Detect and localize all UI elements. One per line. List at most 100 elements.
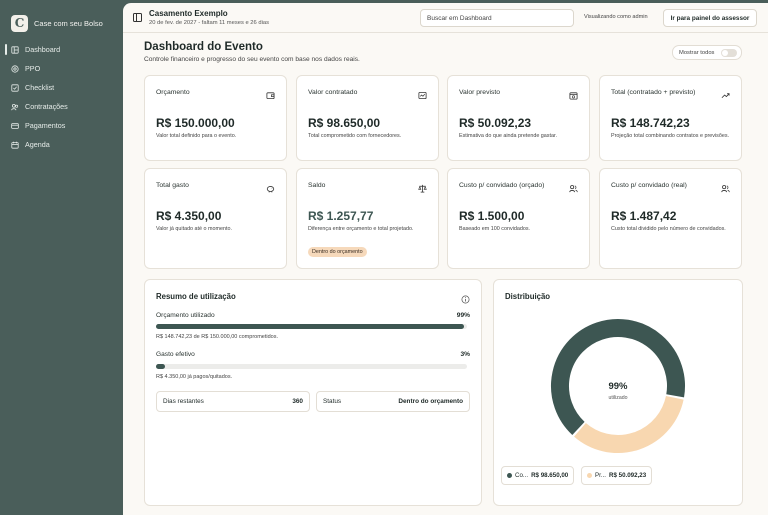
spent-label: Gasto efetivo [156,351,195,358]
sidebar-item-checklist[interactable]: Checklist [0,78,122,97]
legend-item-contracted[interactable]: Co... R$ 98.650,00 [501,466,575,485]
budget-used-label: Orçamento utilizado [156,312,215,319]
card-desc: Estimativa do que ainda pretende gastar. [459,133,557,139]
legend-dot [587,473,592,478]
card-label: Valor previsto [459,89,501,96]
card-contracted: Valor contratado R$ 98.650,00 Total comp… [296,75,439,161]
show-all-toggle[interactable]: Mostrar todos [672,45,742,60]
brand[interactable]: C Case com seu Bolso [0,0,122,36]
budget-used-percent: 99% [456,312,470,319]
card-value: R$ 148.742,23 [611,116,690,130]
spent-bar-fill [156,364,166,369]
advisor-panel-button[interactable]: Ir para painel do assessor [663,9,757,27]
days-left-value: 360 [292,398,303,405]
checklist-icon [11,83,19,92]
payments-icon [11,122,19,130]
spent-note: R$ 4.350,00 já pagos/quitados. [156,374,233,380]
scale-icon [418,180,427,193]
card-label: Saldo [308,182,326,189]
dashboard-icon [11,45,19,54]
card-value: R$ 1.500,00 [459,209,525,223]
card-label: Orçamento [156,89,190,96]
usage-title: Resumo de utilização [156,292,236,301]
card-label: Valor contratado [308,89,358,96]
show-all-switch[interactable] [721,49,737,57]
ppo-icon [11,64,19,73]
card-value: R$ 4.350,00 [156,209,222,223]
sidebar-item-pagamentos[interactable]: Pagamentos [0,116,122,135]
sidebar-item-contratacoes[interactable]: Contratações [0,97,122,116]
calendar-icon [11,141,19,149]
legend-label: Co... [515,472,529,479]
event-heading: Casamento Exemplo 20 de fev. de 2027 - f… [149,9,269,27]
info-icon[interactable] [461,291,470,304]
contracts-icon [11,103,19,111]
usage-summary-card: Resumo de utilização Orçamento utilizado… [144,279,482,506]
sidebar-item-ppo[interactable]: PPO [0,59,122,78]
sidebar-item-label: Agenda [25,140,50,149]
legend-value: R$ 50.092,23 [609,472,647,479]
sidebar-nav: Dashboard PPO Checklist Contratações Pag… [0,40,122,154]
calendar-clock-icon [569,87,578,100]
sidebar-toggle-icon[interactable] [133,13,142,22]
card-label: Custo p/ convidado (real) [611,182,687,189]
card-budget: Orçamento R$ 150.000,00 Valor total defi… [144,75,287,161]
event-subtitle: 20 de fev. de 2027 - faltam 11 meses e 2… [149,19,269,26]
budget-used-bar [156,324,467,329]
sidebar-item-label: Dashboard [25,45,61,54]
status-badge: Dentro do orçamento [308,247,367,257]
card-value: R$ 1.487,42 [611,209,677,223]
card-value: R$ 1.257,77 [308,209,374,223]
card-balance: Saldo R$ 1.257,77 Diferença entre orçame… [296,168,439,269]
sidebar-item-label: PPO [25,64,41,73]
event-title: Casamento Exemplo [149,8,228,18]
card-desc: Baseado em 100 convidados. [459,226,531,232]
viewing-as-label: Visualizando como admin [584,14,648,20]
topbar: Casamento Exemplo 20 de fev. de 2027 - f… [123,3,768,33]
card-desc: Custo total dividido pelo número de conv… [611,226,726,232]
card-label: Custo p/ convidado (orçado) [459,182,545,189]
show-all-label: Mostrar todos [679,49,715,56]
sidebar-item-agenda[interactable]: Agenda [0,135,122,154]
donut-center-label: utilizado [608,395,627,401]
donut-slice-contracted[interactable] [551,319,685,435]
card-desc: Total comprometido com fornecedores. [308,133,402,139]
search-input[interactable]: Buscar em Dashboard [420,9,574,27]
sidebar-item-dashboard[interactable]: Dashboard [0,40,122,59]
budget-used-bar-fill [156,324,464,329]
card-value: R$ 98.650,00 [308,116,381,130]
wallet-icon [266,87,275,100]
card-desc: Valor total definido para o evento. [156,133,237,139]
trend-up-icon [721,87,730,99]
contract-icon [418,87,427,100]
card-cost-per-guest-budgeted: Custo p/ convidado (orçado) R$ 1.500,00 … [447,168,590,269]
users-icon [569,180,578,193]
main-panel: Casamento Exemplo 20 de fev. de 2027 - f… [123,3,768,515]
card-value: R$ 150.000,00 [156,116,235,130]
distribution-donut: 99% utilizado [551,319,685,453]
card-forecast: Valor previsto R$ 50.092,23 Estimativa d… [447,75,590,161]
legend-value: R$ 98.650,00 [531,472,569,479]
brand-name: Case com seu Bolso [34,18,103,28]
card-total-projected: Total (contratado + previsto) R$ 148.742… [599,75,742,161]
card-label: Total gasto [156,182,189,189]
sidebar-item-label: Checklist [25,83,55,92]
brand-logo: C [11,14,28,32]
users-icon [721,180,730,193]
status-value: Dentro do orçamento [398,398,463,405]
piggy-bank-icon [266,180,275,193]
spent-bar [156,364,467,369]
donut-center-percent: 99% [608,381,628,392]
spent-percent: 3% [460,351,470,358]
budget-used-note: R$ 148.742,23 de R$ 150.000,00 compromet… [156,334,278,340]
distribution-title: Distribuição [505,292,551,301]
card-desc: Diferença entre orçamento e total projet… [308,226,414,232]
card-desc: Projeção total combinando contratos e pr… [611,133,730,139]
card-total-spent: Total gasto R$ 4.350,00 Valor já quitado… [144,168,287,269]
sidebar: C Case com seu Bolso Dashboard PPO Check… [0,0,122,515]
card-label: Total (contratado + previsto) [611,89,696,96]
legend-item-forecast[interactable]: Pr... R$ 50.092,23 [581,466,653,485]
donut-slice-forecast[interactable] [574,395,684,453]
page-title: Dashboard do Evento [144,41,263,53]
page-subtitle: Controle financeiro e progresso do seu e… [144,56,360,63]
